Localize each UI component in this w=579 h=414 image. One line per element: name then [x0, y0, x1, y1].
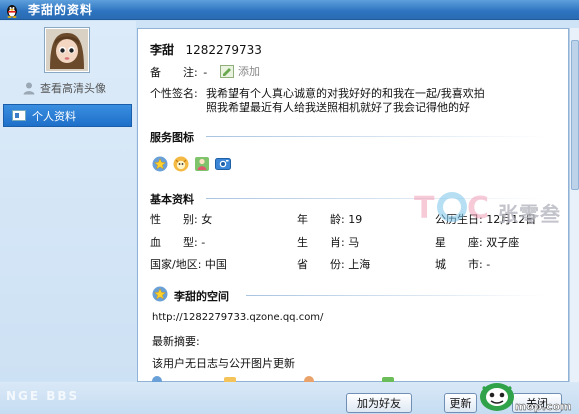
sidebar-item-label: 个人资料 [32, 109, 76, 123]
qzone-url-link[interactable]: http://1282279733.qzone.qq.com/ [152, 312, 323, 323]
gender-field: 性 别: 女 [150, 211, 212, 227]
watermark-site-text: mop.com [515, 400, 572, 413]
qzone-star-icon[interactable] [152, 156, 168, 172]
scrollbar-thumb[interactable] [571, 40, 579, 190]
gender-value: 女 [201, 213, 213, 226]
add-remark-label: 添加 [238, 65, 260, 78]
avatar-image [46, 29, 88, 71]
avatar[interactable] [44, 27, 90, 73]
person-silhouette-icon [23, 82, 35, 95]
edit-note-icon [220, 64, 234, 78]
view-hd-avatar-label: 查看高清头像 [40, 82, 106, 95]
watermark-brand-text: 张零叁 [498, 202, 561, 226]
age-label: 年 龄: [297, 213, 345, 226]
qq-number: 1282279733 [185, 43, 262, 57]
constellation-field: 星 座: 双子座 [435, 234, 519, 250]
blood-type-label: 血 型: [150, 236, 198, 249]
country-field: 国家/地区: 中国 [150, 256, 227, 272]
name-row: 李甜 1282279733 [150, 41, 262, 58]
profile-name: 李甜 [150, 43, 175, 57]
svg-text:C: C [467, 191, 489, 226]
latest-summary-text: 该用户无日志与公开图片更新 [152, 357, 295, 370]
country-value: 中国 [204, 258, 227, 271]
add-remark-button[interactable]: 添加 [220, 63, 260, 79]
constellation-value: 双子座 [486, 236, 520, 249]
sidebar: 查看高清头像 个人资料 [0, 21, 136, 381]
services-title: 服务图标 [150, 131, 194, 144]
remark-value: - [203, 66, 208, 79]
signature-line-2: 照我希望最近有人给我送照相机就好了我会记得他的好 [206, 101, 470, 114]
qq-pet-icon[interactable] [173, 156, 189, 172]
add-friend-button[interactable]: 加为好友 [346, 393, 412, 413]
age-value: 19 [348, 213, 363, 226]
province-field: 省 份: 上海 [297, 256, 370, 272]
zodiac-animal-field: 生 肖: 马 [297, 234, 359, 250]
signature-label: 个性签名: [150, 87, 198, 100]
title-bar: 李甜的资料 [0, 0, 579, 20]
qq-photo-icon[interactable] [215, 156, 231, 172]
watermark-site-logo: mop.com [480, 383, 572, 413]
province-value: 上海 [348, 258, 371, 271]
window-title: 李甜的资料 [28, 3, 94, 17]
province-label: 省 份: [297, 258, 345, 271]
qq-show-icon[interactable] [194, 156, 210, 172]
profile-card-icon [12, 110, 26, 121]
sidebar-item-profile[interactable]: 个人资料 [3, 104, 132, 127]
watermark-left: NGE BBS [6, 389, 80, 403]
basic-info-title: 基本资料 [150, 193, 194, 206]
latest-summary-label: 最新摘要: [152, 335, 200, 348]
city-label: 城 市: [435, 258, 483, 271]
constellation-label: 星 座: [435, 236, 483, 249]
remark-row: 备 注: - [150, 64, 207, 80]
city-field: 城 市: - [435, 256, 490, 272]
qzone-star-icon [152, 286, 168, 302]
qzone-divider [246, 295, 546, 296]
gender-label: 性 别: [150, 213, 198, 226]
zodiac-animal-label: 生 肖: [297, 236, 345, 249]
view-hd-avatar-link[interactable]: 查看高清头像 [22, 79, 106, 97]
services-divider [206, 136, 546, 137]
age-field: 年 龄: 19 [297, 211, 362, 227]
remark-label: 备 注: [150, 66, 198, 79]
zodiac-animal-value: 马 [348, 236, 360, 249]
qq-penguin-icon [7, 5, 17, 18]
svg-text:T: T [414, 191, 435, 226]
blood-type-value: - [201, 236, 206, 249]
country-label: 国家/地区: [150, 258, 202, 271]
blood-type-field: 血 型: - [150, 234, 205, 250]
city-value: - [486, 258, 491, 271]
qzone-title: 李甜的空间 [174, 290, 229, 303]
